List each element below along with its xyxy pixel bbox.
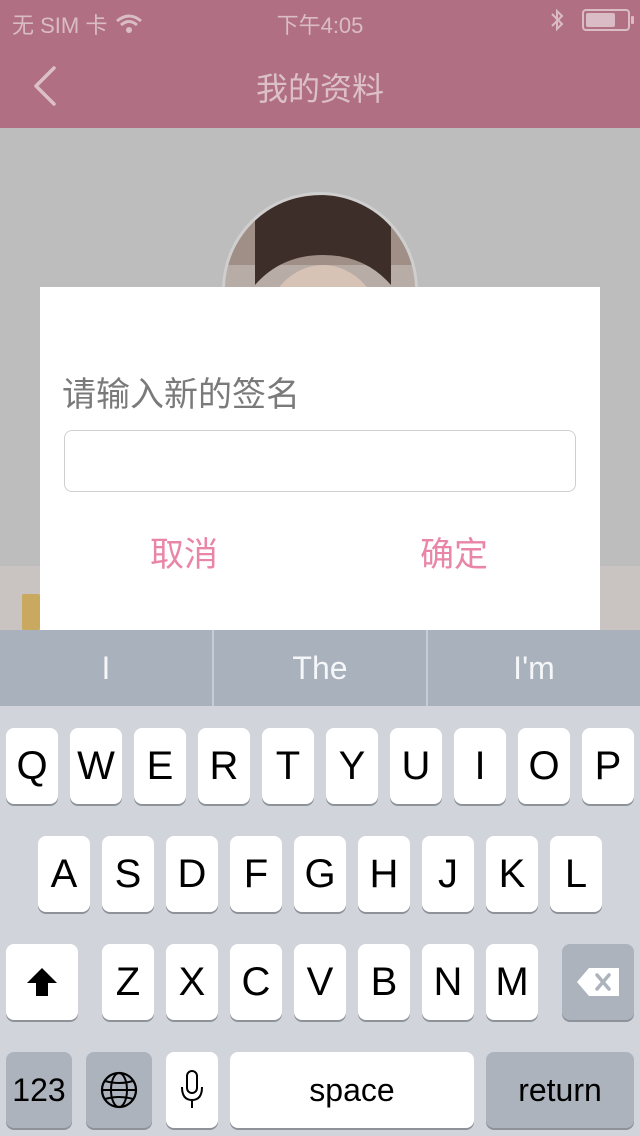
cancel-button[interactable]: 取消 [150, 527, 218, 576]
status-bar: 无 SIM 卡 下午4:05 [0, 0, 640, 40]
key-b[interactable]: B [358, 944, 410, 1020]
page-title: 我的资料 [255, 70, 384, 108]
nav-bar: 我的资料 [0, 40, 640, 128]
signature-input[interactable] [64, 430, 576, 492]
confirm-button[interactable]: 确定 [420, 527, 488, 576]
battery-fill [586, 13, 615, 27]
keyboard: Q W E R T Y U I O P A S D F G H J K L Z … [0, 706, 640, 1136]
dialog-prompt: 请输入新的签名 [62, 375, 300, 415]
return-key[interactable]: return [486, 1052, 634, 1128]
key-w[interactable]: W [70, 728, 122, 804]
key-g[interactable]: G [294, 836, 346, 912]
key-i[interactable]: I [454, 728, 506, 804]
key-u[interactable]: U [390, 728, 442, 804]
row-icon [22, 594, 40, 630]
key-p[interactable]: P [582, 728, 634, 804]
globe-icon [100, 1071, 138, 1109]
numbers-key[interactable]: 123 [6, 1052, 72, 1128]
key-a[interactable]: A [38, 836, 90, 912]
shift-key[interactable] [6, 944, 78, 1020]
key-n[interactable]: N [422, 944, 474, 1020]
key-f[interactable]: F [230, 836, 282, 912]
status-right [550, 8, 634, 32]
globe-key[interactable] [86, 1052, 152, 1128]
suggestion-1[interactable]: I [0, 630, 214, 706]
key-z[interactable]: Z [102, 944, 154, 1020]
key-j[interactable]: J [422, 836, 474, 912]
key-s[interactable]: S [102, 836, 154, 912]
key-x[interactable]: X [166, 944, 218, 1020]
key-y[interactable]: Y [326, 728, 378, 804]
dictation-key[interactable] [166, 1052, 218, 1128]
key-c[interactable]: C [230, 944, 282, 1020]
predictive-text-bar: I The I'm [0, 630, 640, 706]
signature-dialog: 请输入新的签名 取消 确定 [40, 287, 600, 630]
suggestion-3[interactable]: I'm [428, 630, 640, 706]
key-r[interactable]: R [198, 728, 250, 804]
space-key[interactable]: space [230, 1052, 474, 1128]
key-v[interactable]: V [294, 944, 346, 1020]
shift-icon [27, 968, 57, 996]
key-t[interactable]: T [262, 728, 314, 804]
backspace-icon [577, 968, 619, 996]
key-d[interactable]: D [166, 836, 218, 912]
status-time: 下午4:05 [276, 13, 364, 38]
key-o[interactable]: O [518, 728, 570, 804]
microphone-icon [181, 1070, 203, 1108]
key-h[interactable]: H [358, 836, 410, 912]
key-e[interactable]: E [134, 728, 186, 804]
key-q[interactable]: Q [6, 728, 58, 804]
key-l[interactable]: L [550, 836, 602, 912]
battery-icon [582, 9, 634, 31]
key-m[interactable]: M [486, 944, 538, 1020]
bluetooth-icon [551, 8, 564, 32]
key-k[interactable]: K [486, 836, 538, 912]
delete-key[interactable] [562, 944, 634, 1020]
suggestion-2[interactable]: The [214, 630, 428, 706]
